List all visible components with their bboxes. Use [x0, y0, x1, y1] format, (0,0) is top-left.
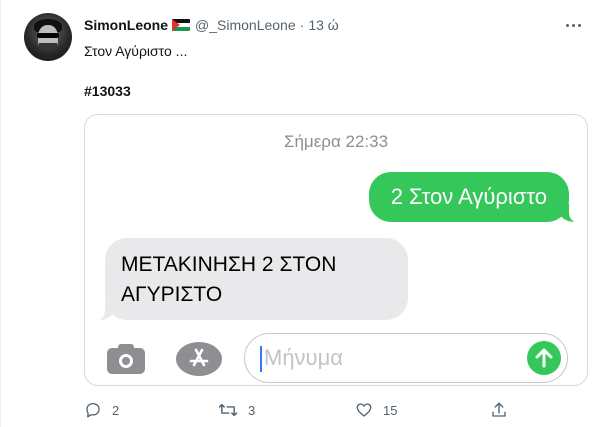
heart-icon — [356, 403, 372, 417]
attached-image[interactable]: Σήμερα 22:33 2 Στον Αγύριστο ΜΕΤΑΚΙΝΗΣΗ … — [84, 114, 588, 386]
avatar[interactable] — [24, 13, 72, 61]
send-arrow-icon — [535, 348, 553, 368]
outgoing-message-text: 2 Στον Αγύριστο — [390, 184, 547, 209]
palestine-flag-icon — [172, 19, 191, 31]
share-icon — [492, 402, 506, 417]
separator-dot: · — [299, 17, 305, 33]
display-name[interactable]: SimonLeone — [84, 17, 168, 33]
retweet-count: 3 — [248, 402, 256, 418]
share-button[interactable] — [490, 400, 518, 420]
user-handle[interactable]: @_SimonLeone — [195, 17, 296, 33]
hashtag[interactable]: #13033 — [84, 81, 131, 101]
retweet-icon — [218, 403, 238, 417]
message-date-label: Σήμερα 22:33 — [283, 132, 389, 151]
like-count: 15 — [383, 402, 398, 418]
reply-count: 2 — [112, 402, 120, 418]
message-placeholder: Μήνυμα — [264, 345, 343, 370]
tweet-timestamp[interactable]: 13 ώ — [308, 17, 338, 33]
camera-icon[interactable] — [105, 340, 149, 376]
like-button[interactable]: 15 — [355, 400, 397, 420]
tweet-text: Στον Αγύριστο ... — [84, 43, 188, 59]
outgoing-message-bubble: 2 Στον Αγύριστο — [368, 172, 585, 223]
reply-icon — [86, 402, 100, 418]
tweet-header: SimonLeone @_SimonLeone · 13 ώ — [84, 15, 339, 35]
app-store-icon[interactable] — [176, 342, 222, 376]
hashtag-number: 13033 — [91, 83, 131, 99]
avatar-beard — [39, 43, 57, 52]
timeline-border — [0, 0, 1, 427]
hashtag-symbol: # — [84, 83, 92, 99]
text-caret — [260, 346, 262, 372]
more-dots-icon — [565, 23, 569, 27]
reply-button[interactable]: 2 — [84, 400, 119, 420]
tweet[interactable]: SimonLeone @_SimonLeone · 13 ώ Στον Αγύρ… — [0, 0, 593, 427]
incoming-message-line2: ΑΓΥΡΙΣΤΟ — [121, 283, 223, 306]
message-input[interactable]: Μήνυμα — [244, 333, 568, 383]
incoming-message-line1: ΜΕΤΑΚΙΝΗΣΗ 2 ΣΤΟΝ — [121, 253, 337, 276]
avatar-glasses — [37, 33, 59, 38]
send-button[interactable] — [527, 341, 561, 375]
more-options-button[interactable] — [563, 17, 583, 33]
tweet-actions: 2 3 15 — [84, 400, 524, 420]
retweet-button[interactable]: 3 — [218, 400, 255, 420]
incoming-message-bubble: ΜΕΤΑΚΙΝΗΣΗ 2 ΣΤΟΝ ΑΓΥΡΙΣΤΟ — [89, 238, 408, 321]
